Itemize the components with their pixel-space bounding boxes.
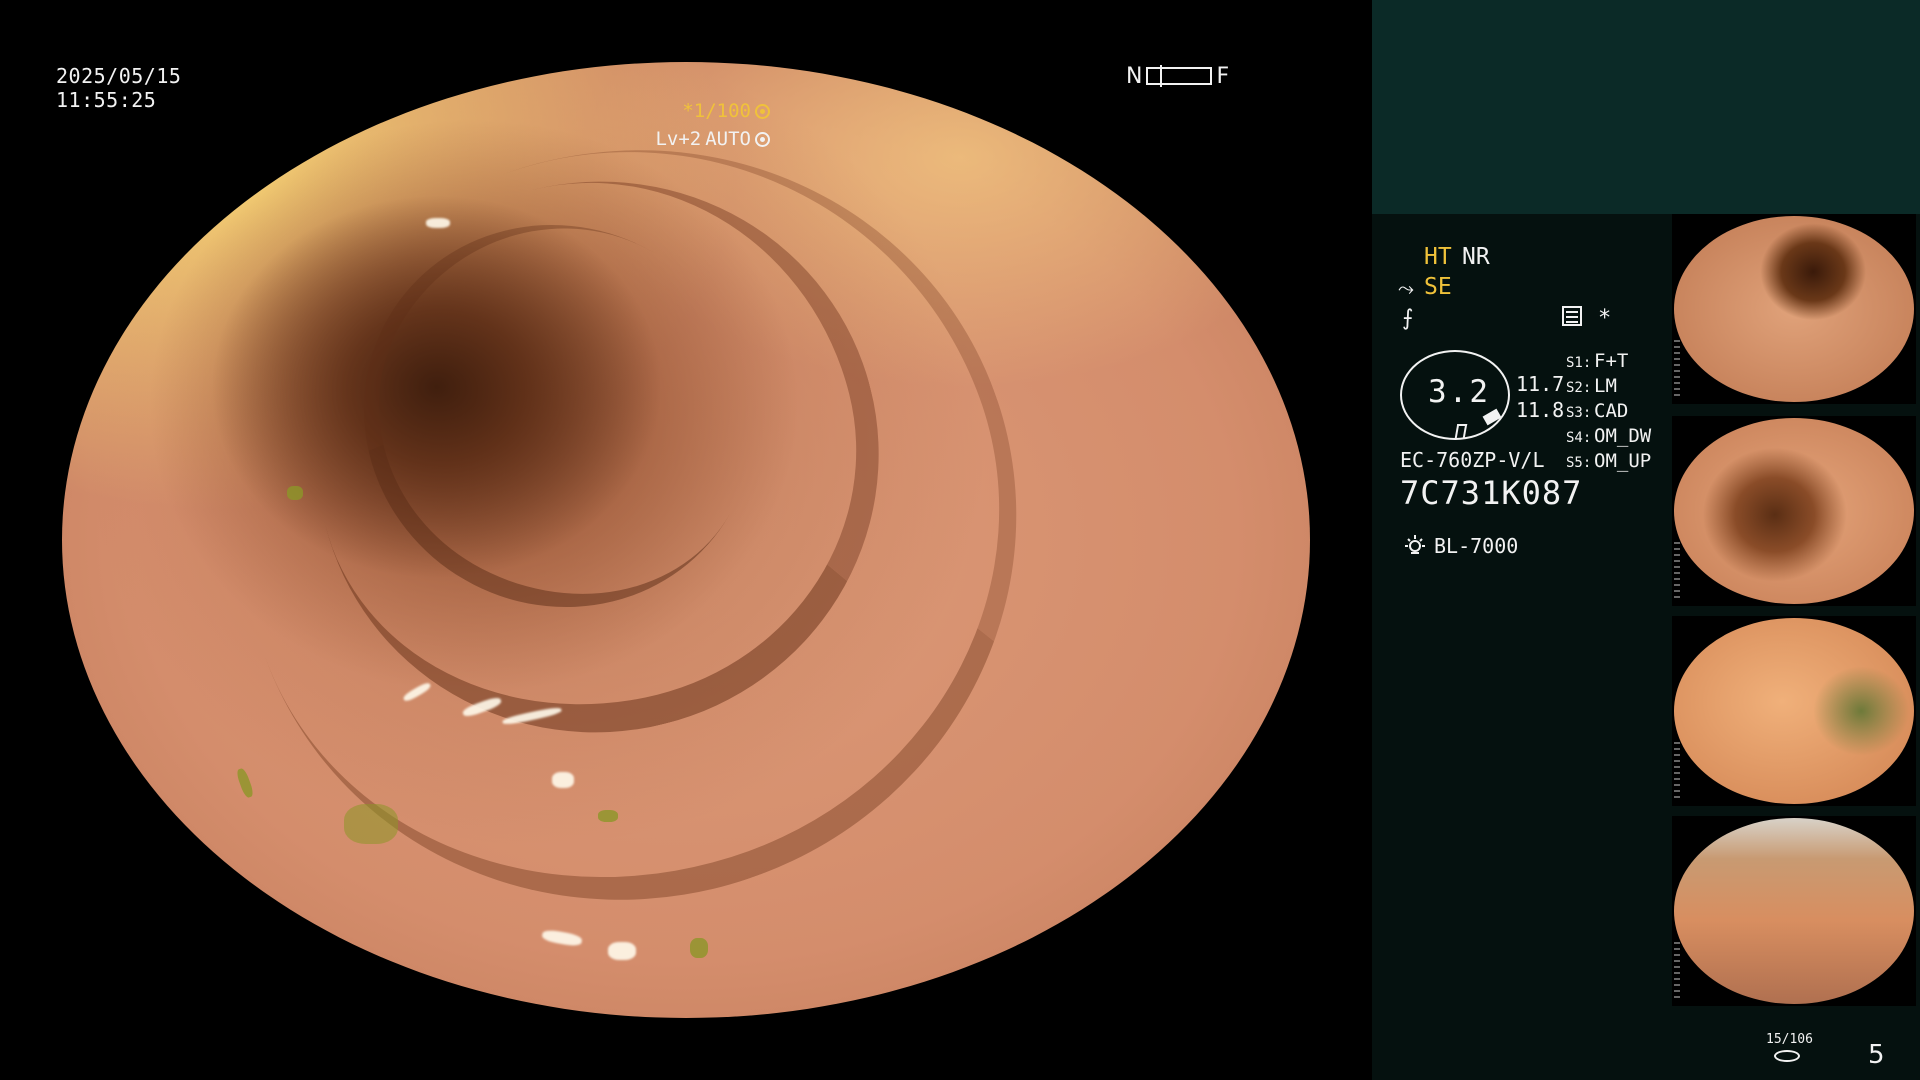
readout-value-1: 11.7 [1516, 372, 1565, 396]
capture-page-count: 15/106 [1766, 1032, 1813, 1047]
scope-model: EC-760ZP-V/L [1400, 448, 1545, 472]
switch-key: S3: [1566, 405, 1592, 421]
thumbnail-overlay-text [1674, 742, 1680, 802]
exposure-mode: AUTO [705, 128, 751, 150]
switch-value: LM [1594, 375, 1617, 397]
switch-key: S4: [1566, 430, 1592, 446]
zoom-icon: ⨍ [1402, 306, 1414, 331]
storage-media-icon [1774, 1050, 1800, 1062]
structure-enhance-icon: ⤳ [1398, 276, 1414, 300]
thumbnail-overlay-text [1674, 542, 1680, 602]
captured-thumbnail[interactable] [1672, 816, 1916, 1006]
switch-value: F+T [1594, 350, 1629, 372]
switch-row: S2: LM [1566, 375, 1651, 400]
se-label: SE [1424, 274, 1452, 300]
specular-highlight [541, 928, 583, 948]
switch-row: S3: CAD [1566, 400, 1651, 425]
specular-highlight [552, 772, 574, 788]
ht-label: HT [1424, 244, 1452, 270]
readout-value-2: 11.8 [1516, 398, 1565, 422]
shutter-speed: *1/100 [682, 100, 751, 122]
residue-spot [287, 486, 303, 500]
switch-row: S4: OM_DW [1566, 425, 1651, 450]
histogram-icon [1562, 306, 1582, 326]
switch-assignments: S1: F+T S2: LM S3: CAD S4: OM_DW S5: OM_UP [1566, 350, 1651, 475]
light-source-icon [1405, 535, 1425, 554]
captured-thumbnail[interactable] [1672, 214, 1916, 404]
switch-value: OM_UP [1594, 450, 1652, 472]
date-text: 2025/05/15 [56, 64, 182, 88]
thumbnail-overlay-text [1674, 942, 1680, 1002]
asterisk-mark: * [1598, 306, 1612, 331]
brightness-readout: Lv+2 AUTO [655, 128, 770, 150]
date-time: 2025/05/15 11:55:25 [56, 64, 181, 112]
switch-value: CAD [1594, 400, 1629, 422]
residue-spot [598, 810, 618, 822]
nr-label: NR [1462, 244, 1490, 270]
residue-spot [344, 804, 398, 844]
panel-header-area [1372, 0, 1920, 214]
iris-icon [755, 131, 770, 147]
switch-row: S5: OM_UP [1566, 450, 1651, 475]
thumbnail-image [1674, 618, 1914, 804]
switch-key: S5: [1566, 455, 1592, 471]
thumbnail-image [1674, 818, 1914, 1004]
specular-highlight [426, 218, 450, 228]
light-source-model: BL-7000 [1434, 534, 1519, 558]
colon-lumen-image [62, 62, 1310, 1018]
capture-number: 5 [1868, 1040, 1885, 1070]
specular-highlight [608, 942, 636, 960]
thumbnail-image [1674, 418, 1914, 604]
captured-thumbnail[interactable] [1672, 616, 1916, 806]
brightness-level: Lv+2 [655, 128, 702, 150]
focus-marker [1160, 65, 1163, 87]
endoscope-view: 2025/05/15 11:55:25 N F *1/100 Lv+2 AUTO [0, 0, 1372, 1080]
residue-spot [235, 767, 255, 799]
near-label: N [1126, 63, 1143, 89]
scope-serial: 7C731K087 [1400, 474, 1583, 512]
switch-key: S1: [1566, 355, 1592, 371]
focus-bar [1146, 65, 1213, 87]
gauge-value: 3.2 [1428, 374, 1490, 410]
captured-thumbnail[interactable] [1672, 416, 1916, 606]
switch-value: OM_DW [1594, 425, 1652, 447]
aperture-icon [755, 103, 770, 119]
switch-key: S2: [1566, 380, 1592, 396]
near-far-indicator: N F [1126, 63, 1230, 89]
time-text: 11:55:25 [56, 88, 157, 112]
thumbnail-overlay-text [1674, 340, 1680, 400]
residue-spot [690, 938, 708, 958]
switch-row: S1: F+T [1566, 350, 1651, 375]
far-label: F [1216, 63, 1230, 89]
thumbnail-image [1674, 216, 1914, 402]
shutter-readout: *1/100 [682, 100, 770, 122]
